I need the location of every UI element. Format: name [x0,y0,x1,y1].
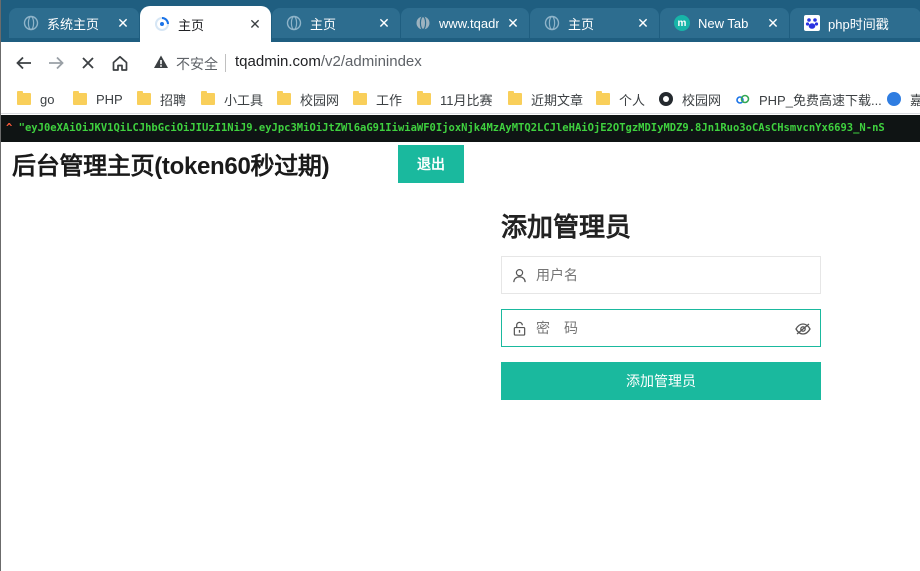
globe-icon [23,15,39,31]
tab-home-2[interactable]: 主页 ✕ [272,8,400,38]
bookmark-label: 11月比赛 [440,92,493,108]
globe-icon [415,15,431,31]
bookmark-campus-net-github[interactable]: 校园网 [659,90,721,108]
cloud-icon [736,92,750,106]
password-input[interactable] [536,310,786,346]
bookmark-work[interactable]: 工作 [353,90,402,108]
bookmark-label: PHP [96,91,123,107]
close-icon[interactable]: ✕ [505,15,521,31]
logout-button[interactable]: 退出 [398,145,464,183]
tab-home-3[interactable]: 主页 ✕ [530,8,659,38]
folder-icon [17,91,31,105]
stop-loading-button[interactable] [76,51,100,75]
close-icon[interactable]: ✕ [765,15,781,31]
bookmarks-bar: go PHP 招聘 小工具 校园网 工作 11月比赛 近期文章 个人 校园网 P… [1,84,920,114]
tab-php-timestamp[interactable]: php时间戳 [790,8,920,38]
arrow-right-icon [49,56,64,70]
token-output: ^ "eyJ0eXAiOiJKV1QiLCJhbGciOiJIUzI1NiJ9.… [1,115,920,142]
globe-icon [286,15,302,31]
arrow-left-icon [16,56,31,70]
tab-new-tab[interactable]: m New Tab ✕ [660,8,789,38]
baidu-icon [804,15,820,31]
url-text[interactable]: tqadmin.com/v2/adminindex [235,53,422,70]
tab-title: New Tab [698,15,749,31]
globe-icon [544,15,560,31]
close-icon[interactable]: ✕ [247,16,263,32]
bookmark-label: 个人 [619,92,646,108]
tab-title: 主页 [310,16,337,32]
close-icon[interactable]: ✕ [635,15,651,31]
github-icon [659,92,673,106]
page-title: 后台管理主页(token60秒过期) [12,153,330,180]
bookmark-personal[interactable]: 个人 [596,90,645,108]
back-button[interactable] [12,51,36,75]
tab-title: 系统主页 [47,16,100,32]
tab-system-home[interactable]: 系统主页 ✕ [9,8,139,38]
bookmark-recruit[interactable]: 招聘 [137,90,186,108]
bookmark-label: go [40,91,55,107]
lock-icon [512,321,527,340]
bookmark-label: 小工具 [224,92,264,108]
folder-icon [353,91,367,105]
url-host: tqadmin.com [235,53,321,70]
home-button[interactable] [108,51,132,75]
eye-icon[interactable] [795,321,811,340]
tab-title: 主页 [178,17,205,33]
bookmark-campus-net[interactable]: 校园网 [277,90,339,108]
m-logo-icon: m [674,15,690,31]
close-icon[interactable]: ✕ [376,15,392,31]
username-input[interactable] [536,257,786,293]
bookmark-php[interactable]: PHP [73,90,123,108]
folder-icon [417,91,431,105]
bookmark-label: 嘉 [910,92,920,108]
password-field[interactable] [501,309,821,347]
bookmark-php-download[interactable]: PHP_免费高速下载... [736,90,882,108]
bookmark-go[interactable]: go [17,90,54,108]
bookmark-jia[interactable]: 嘉 [887,90,920,108]
bookmark-label: 工作 [376,92,403,108]
folder-icon [596,91,610,105]
tab-home-active[interactable]: 主页 ✕ [140,6,271,42]
close-icon [82,57,94,69]
warning-icon[interactable] [153,54,169,74]
address-divider [225,54,226,72]
folder-icon [137,91,151,105]
home-icon [112,55,128,71]
bookmark-label: 校园网 [682,92,722,108]
add-admin-title: 添加管理员 [501,212,632,242]
forward-button[interactable] [44,51,68,75]
loading-spinner-icon [154,16,170,32]
bookmark-label: PHP_免费高速下载... [759,92,882,108]
folder-icon [73,91,87,105]
security-label[interactable]: 不安全 [176,54,218,74]
bookmark-recent-articles[interactable]: 近期文章 [508,90,583,108]
folder-icon [277,91,291,105]
token-text: "eyJ0eXAiOiJKV1QiLCJhbGciOiJIUzI1NiJ9.ey… [18,122,885,134]
tab-title: 主页 [568,16,595,32]
bookmark-label: 校园网 [300,92,340,108]
close-icon[interactable]: ✕ [115,15,131,31]
username-field[interactable] [501,256,821,294]
user-icon [512,268,527,287]
add-admin-button[interactable]: 添加管理员 [501,362,821,400]
bookmark-november-contest[interactable]: 11月比赛 [417,90,493,108]
tab-strip: 系统主页 ✕ 主页 ✕ 主页 ✕ www.tqadm ✕ [1,0,920,42]
tab-tqadmin[interactable]: www.tqadm ✕ [401,8,529,38]
url-path: /v2/adminindex [320,53,422,70]
bookmark-label: 招聘 [160,92,187,108]
browser-window: 系统主页 ✕ 主页 ✕ 主页 ✕ www.tqadm ✕ [0,0,920,571]
caret-symbol: ^ [6,122,13,134]
tab-title: www.tqadm [439,15,499,31]
folder-icon [508,91,522,105]
blue-circle-icon [887,92,901,106]
bookmark-label: 近期文章 [531,92,584,108]
bookmark-tools[interactable]: 小工具 [201,90,263,108]
tab-title: php时间戳 [828,16,889,32]
folder-icon [201,91,215,105]
